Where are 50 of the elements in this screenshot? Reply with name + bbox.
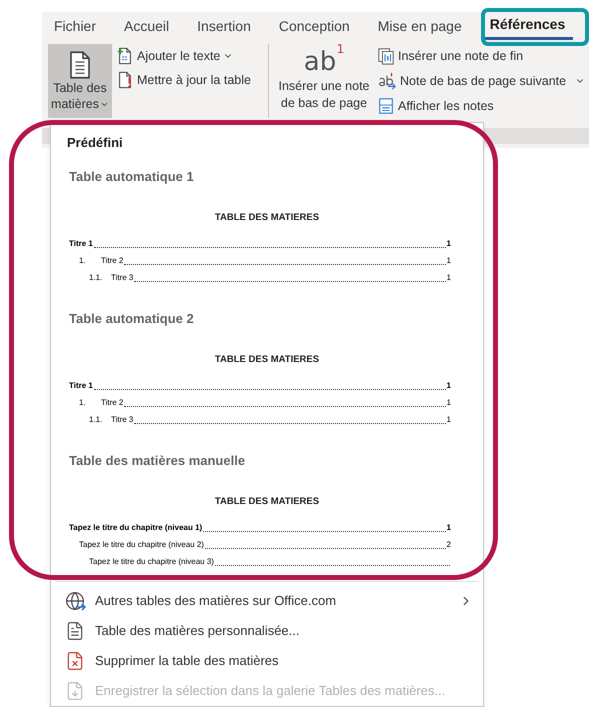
entry-title: Tapez le titre du chapitre (niveau 2) <box>79 539 204 552</box>
entry-page-number: 1 <box>446 414 451 426</box>
toc-heading: TABLE DES MATIERES <box>214 211 320 225</box>
ribbon-command[interactable]: Note de bas de page suivante <box>377 70 586 92</box>
ribbon-tab[interactable]: Conception <box>270 12 358 40</box>
entry-page-number: 1 <box>446 255 451 268</box>
entry-number: 1. <box>79 397 87 410</box>
ribbon-tab[interactable]: Insertion <box>189 12 259 40</box>
ribbon-tab[interactable]: Références <box>482 12 574 40</box>
toc-heading: TABLE DES MATIERES <box>214 353 320 367</box>
entry-number: 1. <box>79 255 87 268</box>
entry-page-number: 2 <box>446 539 451 552</box>
ribbon-command[interactable]: Mettre à jour la table <box>116 70 262 90</box>
menu-item[interactable]: Table des matières personnalisée... <box>51 616 483 646</box>
gallery-item-title: Table automatique 1 <box>69 168 195 186</box>
entry-title: Tapez le titre du chapitre (niveau 3) <box>89 556 214 568</box>
gallery-item[interactable]: Table automatique 2 TABLE DES MATIERES Titre 1 1 1. Titre 2 1 1.1. Titre 3 1 <box>51 298 483 440</box>
ribbon-command[interactable]: Insérer une note de fin <box>377 45 586 67</box>
entry-title: Titre 2 <box>101 255 124 268</box>
ribbon-tab[interactable]: Mise en page <box>370 12 470 40</box>
entry-page-number: 1 <box>446 238 451 250</box>
entry-number: 1.1. <box>89 272 104 284</box>
button-label: de bas de page <box>280 95 368 112</box>
entry-title: Titre 3 <box>111 272 134 284</box>
button-label: matières <box>51 96 109 112</box>
entry-page-number: 1 <box>446 522 451 534</box>
gallery-item-title: Table des matières manuelle <box>69 452 246 470</box>
entry-title: Titre 1 <box>69 238 93 250</box>
menu-item[interactable]: Supprimer la table des matières <box>51 646 483 676</box>
toc-heading: TABLE DES MATIERES <box>214 495 320 509</box>
gallery-item-title: Table automatique 2 <box>69 310 195 328</box>
button-label: Insérer une note <box>278 78 370 95</box>
button-label: Table des <box>53 80 107 96</box>
table-of-contents-button[interactable]: Table des matières <box>48 44 112 118</box>
menu-item[interactable]: Autres tables des matières sur Office.com <box>51 586 483 616</box>
gallery-item[interactable]: Table des matières manuelle TABLE DES MATIERES Tapez le titre du chapitre (niveau 1) 1 Tapez le titre du chapitre (niveau 2) 2 Tapez le titre du chapitre (niveau 3) <box>51 440 483 575</box>
entry-page-number: 1 <box>446 397 451 410</box>
ribbon-tab[interactable]: Accueil <box>116 12 178 40</box>
ribbon-command[interactable]: Afficher les notes <box>377 95 586 117</box>
entry-title: Tapez le titre du chapitre (niveau 1) <box>69 522 202 534</box>
entry-page-number: 1 <box>446 380 451 392</box>
section-header: Prédéfini <box>66 134 124 152</box>
entry-number: 1.1. <box>89 414 104 426</box>
entry-title: Titre 1 <box>69 380 93 392</box>
entry-title: Titre 2 <box>101 397 124 410</box>
entry-title: Titre 3 <box>111 414 134 426</box>
gallery-item[interactable]: Table automatique 1 TABLE DES MATIERES Titre 1 1 1. Titre 2 1 1.1. Titre 3 1 <box>51 156 483 298</box>
entry-page-number: 1 <box>446 272 451 284</box>
ribbon-tab[interactable]: Fichier <box>46 12 104 40</box>
ribbon-command[interactable]: Ajouter le texte <box>116 46 262 66</box>
